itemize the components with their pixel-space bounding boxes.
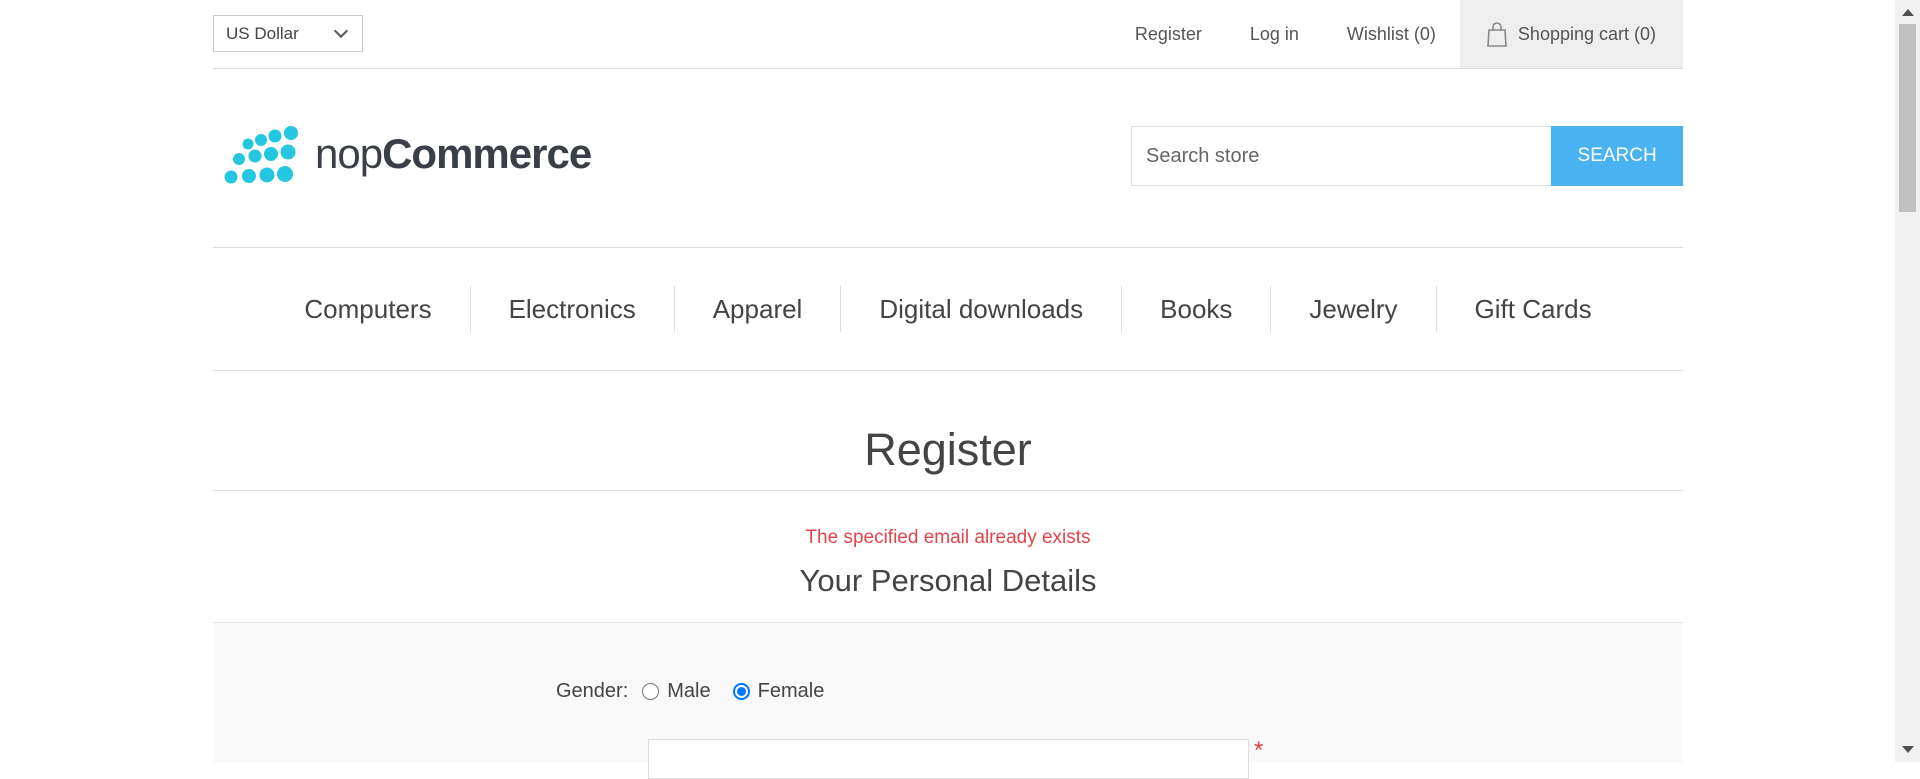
search-input[interactable] — [1131, 126, 1552, 186]
logo-text-light: nop — [315, 130, 383, 177]
menu-item-computers[interactable]: Computers — [266, 286, 469, 332]
menu-item-gift-cards[interactable]: Gift Cards — [1435, 286, 1630, 332]
required-star: * — [1254, 737, 1264, 764]
personal-details-form: Gender: Male Female * — [213, 623, 1683, 779]
chevron-down-icon — [333, 23, 349, 38]
scroll-up-arrow-icon[interactable] — [1902, 9, 1914, 16]
header-links-bar: US Dollar Register Log in Wishlist (0) S… — [213, 0, 1683, 69]
menu-item-apparel[interactable]: Apparel — [673, 286, 841, 332]
currency-select-value: US Dollar — [226, 23, 299, 43]
logo-text-bold: Commerce — [382, 130, 592, 177]
page-scrollbar[interactable] — [1895, 0, 1920, 762]
login-link[interactable]: Log in — [1250, 24, 1299, 45]
search-box: SEARCH — [1131, 126, 1683, 186]
search-button[interactable]: SEARCH — [1551, 126, 1683, 186]
logo-dots-icon — [224, 126, 298, 184]
wishlist-link[interactable]: Wishlist (0) — [1347, 24, 1436, 45]
store-logo[interactable]: nopCommerce — [215, 124, 595, 194]
gender-female-label[interactable]: Female — [758, 680, 825, 703]
gender-male-label[interactable]: Male — [667, 680, 710, 703]
gender-row: Gender: Male Female — [556, 680, 846, 703]
page: US Dollar Register Log in Wishlist (0) S… — [213, 0, 1683, 779]
register-link[interactable]: Register — [1135, 24, 1202, 45]
header-menu: Computers Electronics Apparel Digital do… — [213, 247, 1683, 371]
header-links: Register Log in Wishlist (0) Shopping ca… — [1135, 0, 1683, 68]
currency-select[interactable]: US Dollar — [213, 15, 363, 52]
logo-wordmark: nopCommerce — [315, 130, 592, 178]
page-title: Register — [213, 400, 1683, 491]
menu-item-digital-downloads[interactable]: Digital downloads — [840, 286, 1121, 332]
error-message: The specified email already exists — [805, 527, 1091, 548]
shopping-bag-icon — [1487, 22, 1507, 47]
shopping-cart-link[interactable]: Shopping cart (0) — [1459, 0, 1683, 68]
shopping-cart-label: Shopping cart (0) — [1517, 23, 1656, 44]
section-title: Your Personal Details — [213, 563, 1683, 623]
first-name-input[interactable] — [648, 739, 1249, 779]
menu-item-electronics[interactable]: Electronics — [469, 286, 674, 332]
gender-female-radio[interactable] — [732, 683, 750, 700]
scroll-down-arrow-icon[interactable] — [1902, 746, 1914, 753]
gender-label: Gender: — [556, 680, 629, 702]
menu-item-books[interactable]: Books — [1121, 286, 1270, 332]
scroll-thumb[interactable] — [1899, 24, 1916, 212]
menu-item-jewelry[interactable]: Jewelry — [1270, 286, 1435, 332]
gender-male-radio[interactable] — [642, 683, 660, 700]
